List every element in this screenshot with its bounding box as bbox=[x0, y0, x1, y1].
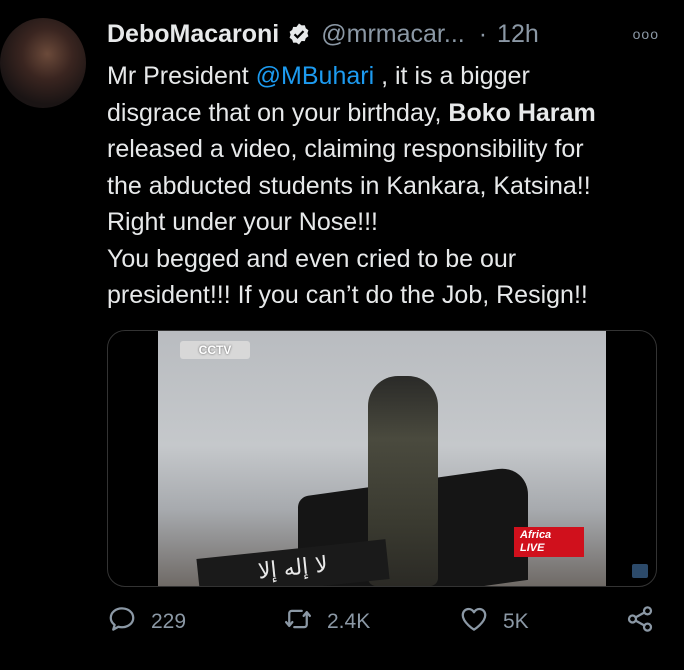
tweet-text-line: You begged and even cried to be our bbox=[107, 244, 517, 273]
tweet-actions: 229 2.4K 5K bbox=[107, 604, 667, 640]
reply-icon bbox=[107, 604, 137, 640]
tweet-text-line: Mr President @MBuhari , it is a bigger bbox=[107, 58, 667, 95]
africa-live-badge: Africa LIVE bbox=[514, 527, 584, 557]
display-name[interactable]: DeboMacaroni bbox=[107, 20, 279, 49]
africa-live-line2: LIVE bbox=[520, 542, 545, 554]
handle[interactable]: @mrmacar... bbox=[321, 20, 464, 49]
retweet-icon bbox=[283, 604, 313, 640]
media-badge-icon bbox=[632, 564, 648, 578]
timestamp[interactable]: 12h bbox=[497, 20, 539, 49]
like-count: 5K bbox=[503, 610, 529, 633]
tweet-text-line: released a video, claiming responsibilit… bbox=[107, 135, 584, 163]
cctv-logo: CCTV bbox=[180, 341, 250, 359]
bold-text: Boko Haram bbox=[448, 98, 596, 127]
reply-count: 229 bbox=[151, 610, 187, 633]
verified-badge-icon bbox=[287, 22, 311, 46]
separator-dot: · bbox=[478, 19, 488, 48]
text-segment: disgrace that on your birthday, bbox=[107, 98, 449, 127]
video-media[interactable]: ﻻ إله إلا CCTV Africa LIVE bbox=[107, 330, 657, 587]
more-options-icon[interactable]: ooo bbox=[633, 26, 659, 42]
tweet: DeboMacaroni @mrmacar... · 12h ooo Mr Pr… bbox=[107, 14, 677, 314]
banner-text: ﻻ إله إلا bbox=[196, 539, 390, 586]
text-segment: Mr President bbox=[107, 62, 256, 90]
like-button[interactable]: 5K bbox=[459, 604, 529, 640]
reply-button[interactable]: 229 bbox=[107, 604, 186, 640]
retweet-button[interactable]: 2.4K bbox=[283, 604, 370, 640]
mention-link[interactable]: @MBuhari bbox=[256, 62, 374, 90]
tweet-text-line: Right under your Nose!!! bbox=[107, 208, 378, 236]
share-icon bbox=[625, 604, 655, 640]
africa-live-line1: Africa bbox=[520, 529, 552, 541]
video-frame[interactable]: ﻻ إله إلا CCTV Africa LIVE bbox=[158, 331, 606, 586]
share-button[interactable] bbox=[625, 604, 655, 640]
avatar[interactable] bbox=[0, 18, 86, 108]
retweet-count: 2.4K bbox=[327, 610, 371, 633]
tweet-text: Mr President @MBuhari , it is a bigger d… bbox=[107, 58, 667, 314]
tweet-text-line: the abducted students in Kankara, Katsin… bbox=[107, 171, 591, 200]
tweet-text-line: disgrace that on your birthday, Boko Har… bbox=[107, 95, 667, 132]
tweet-text-line: president!!! If you can’t do the Job, Re… bbox=[107, 281, 588, 309]
tweet-header: DeboMacaroni @mrmacar... · 12h ooo bbox=[107, 14, 677, 54]
heart-icon bbox=[459, 604, 489, 640]
text-segment: , it is a bigger bbox=[374, 62, 530, 90]
